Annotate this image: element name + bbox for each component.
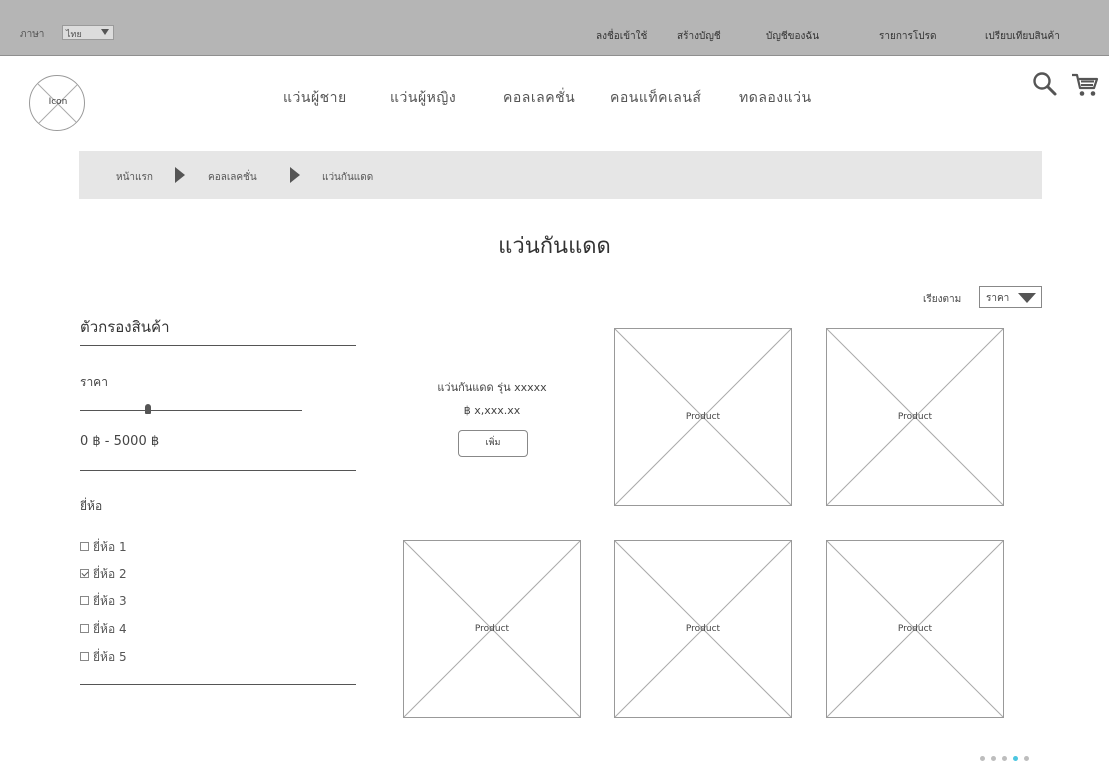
price-slider-handle[interactable]: [145, 404, 151, 414]
brand-label-5: ยี่ห้อ 5: [93, 650, 127, 664]
chevron-right-icon: [290, 167, 300, 183]
pagination-dot-active[interactable]: [1013, 756, 1018, 761]
sort-value: ราคา: [986, 293, 1010, 304]
nav-men-glasses[interactable]: แว่นผู้ชาย: [283, 87, 347, 109]
nav-women-glasses[interactable]: แว่นผู้หญิง: [390, 87, 456, 109]
product-label: Product: [685, 412, 721, 422]
language-label: ภาษา: [20, 29, 45, 40]
filter-title: ตัวกรองสินค้า: [80, 318, 170, 336]
product-card[interactable]: Product: [614, 328, 792, 506]
favorites-link[interactable]: รายการโปรด: [879, 29, 936, 44]
product-label: Product: [897, 412, 933, 422]
breadcrumb-current: แว่นกันแดด: [322, 172, 374, 183]
nav-try-glasses[interactable]: ทดลองแว่น: [739, 87, 812, 109]
product-price: ฿ x,xxx.xx: [463, 404, 521, 417]
brand-checkbox-3[interactable]: ยี่ห้อ 3: [80, 592, 127, 611]
product-label: Product: [897, 624, 933, 634]
checkbox-icon[interactable]: [80, 542, 89, 551]
page-title: แว่นกันแดด: [498, 234, 611, 259]
product-card[interactable]: Product: [614, 540, 792, 718]
brand-label: ยี่ห้อ: [80, 499, 103, 513]
product-card[interactable]: Product: [826, 540, 1004, 718]
sort-select[interactable]: ราคา: [979, 286, 1042, 308]
pagination-dot[interactable]: [991, 756, 996, 761]
chevron-down-icon: [1018, 293, 1036, 303]
compare-products-link[interactable]: เปรียบเทียบสินค้า: [985, 29, 1060, 44]
price-range: 0 ฿ - 5000 ฿: [80, 434, 160, 449]
pagination-dot[interactable]: [1002, 756, 1007, 761]
pagination-dot[interactable]: [980, 756, 985, 761]
brand-label-3: ยี่ห้อ 3: [93, 594, 127, 608]
product-name: แว่นกันแดด รุ่น xxxxx: [437, 381, 547, 394]
price-label: ราคา: [80, 375, 108, 389]
divider: [80, 684, 356, 685]
logo-text: Icon: [48, 97, 68, 107]
breadcrumb-collection[interactable]: คอลเลคชั่น: [208, 170, 257, 185]
brand-checkbox-5[interactable]: ยี่ห้อ 5: [80, 648, 127, 667]
divider: [80, 345, 356, 346]
brand-checkbox-4[interactable]: ยี่ห้อ 4: [80, 620, 127, 639]
brand-checkbox-1[interactable]: ยี่ห้อ 1: [80, 538, 127, 557]
my-account-link[interactable]: บัญชีของฉัน: [766, 29, 819, 44]
checkbox-checked-icon[interactable]: [80, 569, 89, 578]
cart-icon[interactable]: [1071, 72, 1099, 98]
product-card[interactable]: Product: [403, 540, 581, 718]
checkbox-icon[interactable]: [80, 652, 89, 661]
product-card[interactable]: Product: [826, 328, 1004, 506]
pagination-dot[interactable]: [1024, 756, 1029, 761]
brand-label-2: ยี่ห้อ 2: [93, 567, 127, 581]
checkbox-icon[interactable]: [80, 596, 89, 605]
price-slider[interactable]: [80, 410, 302, 411]
brand-label-1: ยี่ห้อ 1: [93, 540, 127, 554]
search-icon[interactable]: [1032, 71, 1058, 97]
nav-collection[interactable]: คอลเลคชั่น: [503, 87, 575, 109]
top-bar: [0, 0, 1109, 56]
brand-label-4: ยี่ห้อ 4: [93, 622, 127, 636]
create-account-link[interactable]: สร้างบัญชี: [677, 29, 721, 44]
nav-contact-lens[interactable]: คอนแท็คเลนส์: [610, 87, 701, 109]
chevron-right-icon: [175, 167, 185, 183]
chevron-down-icon: [101, 29, 109, 35]
language-value: ไทย: [66, 30, 82, 40]
brand-checkbox-2[interactable]: ยี่ห้อ 2: [80, 565, 127, 584]
sort-label: เรียงตาม: [923, 294, 962, 305]
divider: [80, 470, 356, 471]
checkbox-icon[interactable]: [80, 624, 89, 633]
add-button[interactable]: เพิ่ม: [458, 430, 528, 457]
logo[interactable]: Icon: [29, 75, 85, 131]
language-select[interactable]: ไทย: [62, 25, 114, 40]
product-label: Product: [685, 624, 721, 634]
breadcrumb-home[interactable]: หน้าแรก: [116, 170, 153, 185]
login-link[interactable]: ลงชื่อเข้าใช้: [596, 29, 647, 44]
product-label: Product: [474, 624, 510, 634]
